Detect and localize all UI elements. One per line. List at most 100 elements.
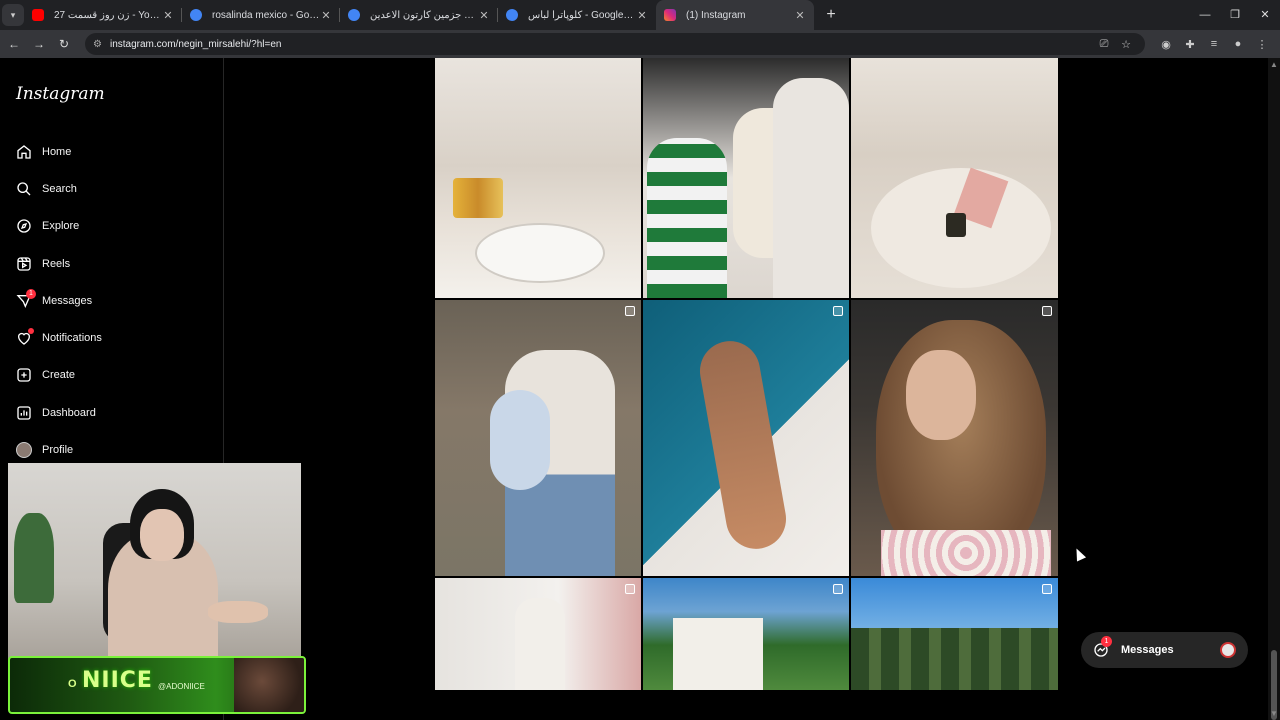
window-controls: — ❐ ✕: [1190, 0, 1280, 30]
browser-tab-active[interactable]: (1) Instagram ✕: [656, 0, 814, 30]
carousel-icon: [1042, 584, 1052, 594]
scroll-down-icon[interactable]: ▼: [1270, 709, 1278, 718]
banner-prefix: O: [68, 678, 77, 690]
reels-icon: [17, 256, 31, 271]
instagram-logo[interactable]: Instagram: [16, 84, 105, 104]
messages-badge: 1: [26, 289, 36, 300]
banner-character: [234, 658, 304, 712]
messages-floating-button[interactable]: 1 Messages: [1081, 632, 1248, 668]
youtube-icon: [32, 9, 44, 21]
tab-title: (1) Instagram: [686, 9, 746, 21]
close-icon[interactable]: ✕: [636, 9, 648, 22]
browser-tab[interactable]: کلوپاترا لباس - Google Search ✕: [498, 0, 656, 30]
sidebar-item-label: Profile: [42, 444, 74, 457]
sidebar-item-label: Home: [42, 145, 72, 158]
install-icon[interactable]: ⎚: [1093, 38, 1115, 51]
forward-icon[interactable]: →: [28, 37, 50, 51]
post-thumbnail[interactable]: [435, 58, 641, 298]
close-icon[interactable]: ✕: [478, 9, 490, 22]
notification-dot: [28, 328, 34, 335]
close-window-icon[interactable]: ✕: [1250, 0, 1280, 30]
sidebar-item-notifications[interactable]: Notifications: [0, 319, 223, 356]
sidebar-item-messages[interactable]: 1 Messages: [0, 282, 223, 319]
back-icon[interactable]: ←: [3, 37, 25, 51]
post-thumbnail[interactable]: [851, 578, 1058, 690]
carousel-icon: [625, 584, 635, 594]
address-bar-row: ← → ↻ ⚙ instagram.com/negin_mirsalehi/?h…: [0, 30, 1280, 58]
trees-shape: [851, 628, 1058, 690]
post-thumbnail[interactable]: [643, 58, 849, 298]
tab-title: زن روز قسمت 27 - YouTube: [54, 9, 162, 21]
post-thumbnail[interactable]: [643, 578, 849, 690]
close-icon[interactable]: ✕: [794, 9, 806, 22]
mouse-cursor-icon: [1071, 546, 1087, 562]
messages-badge: 1: [1101, 636, 1112, 647]
carousel-icon: [833, 306, 843, 316]
google-icon: [190, 9, 202, 21]
messenger-icon: 1: [1093, 636, 1112, 658]
sidebar-item-label: Explore: [42, 220, 80, 233]
sidebar-item-reels[interactable]: Reels: [0, 245, 223, 282]
profile-icon[interactable]: ●: [1226, 38, 1250, 51]
tab-title: rosalinda mexico - Google Search: [212, 9, 320, 21]
post-thumbnail[interactable]: [435, 578, 641, 690]
carousel-icon: [625, 306, 635, 316]
post-thumbnail[interactable]: [435, 300, 641, 576]
banner-title: NIICE: [82, 668, 153, 693]
sidebar-item-search[interactable]: Search: [0, 170, 223, 207]
google-icon: [506, 9, 518, 21]
sidebar-item-label: Dashboard: [42, 406, 96, 419]
site-info-icon[interactable]: ⚙: [93, 39, 102, 50]
cup-shape: [946, 213, 966, 237]
close-icon[interactable]: ✕: [320, 9, 332, 22]
tab-search-icon[interactable]: ▾: [2, 4, 24, 26]
media-icon[interactable]: ≡: [1202, 38, 1226, 51]
menu-icon[interactable]: ⋮: [1250, 38, 1274, 51]
restore-icon[interactable]: ❐: [1220, 0, 1250, 30]
tab-title: پرنسس جزمین کارتون الاعدین - Search: [370, 9, 478, 21]
sidebar-item-explore[interactable]: Explore: [0, 208, 223, 245]
post-thumbnail[interactable]: [851, 58, 1058, 298]
stream-banner: O NIICE @ADONIICE: [8, 656, 306, 714]
face-shape: [906, 350, 976, 440]
sidebar-item-create[interactable]: Create: [0, 357, 223, 394]
page-scrollbar[interactable]: ▲ ▼: [1268, 58, 1280, 720]
url-field[interactable]: ⚙ instagram.com/negin_mirsalehi/?hl=en ⎚…: [85, 33, 1145, 55]
bar-chart-icon: [17, 406, 31, 420]
sidebar-item-label: Notifications: [42, 332, 102, 345]
post-thumbnail[interactable]: [643, 300, 849, 576]
new-tab-button[interactable]: +: [818, 6, 844, 24]
plant-shape: [14, 513, 54, 603]
scroll-up-icon[interactable]: ▲: [1270, 60, 1278, 69]
sidebar-item-label: Messages: [42, 294, 93, 307]
browser-tab[interactable]: زن روز قسمت 27 - YouTube ✕: [24, 0, 182, 30]
avatar: [1220, 642, 1236, 658]
face-shape: [140, 509, 184, 561]
puzzle-icon[interactable]: ✚: [1178, 38, 1202, 51]
hand-shape: [208, 601, 268, 623]
person-shape: [695, 336, 791, 554]
carousel-icon: [833, 584, 843, 594]
reload-icon[interactable]: ↻: [53, 37, 75, 51]
person-shape: [515, 598, 565, 690]
close-icon[interactable]: ✕: [162, 9, 174, 22]
extension-icon[interactable]: ◉: [1154, 38, 1178, 51]
minimize-icon[interactable]: —: [1190, 0, 1220, 30]
pergola-shape: [673, 618, 763, 690]
instagram-icon: [664, 9, 676, 21]
profile-post-grid: [435, 58, 1058, 690]
bottles-shape: [453, 178, 503, 218]
man-shape: [773, 78, 849, 298]
sidebar-item-label: Search: [42, 182, 77, 195]
sidebar-item-label: Reels: [42, 257, 71, 270]
compass-icon: [17, 219, 31, 233]
browser-tab[interactable]: rosalinda mexico - Google Search ✕: [182, 0, 340, 30]
browser-tab[interactable]: پرنسس جزمین کارتون الاعدین - Search ✕: [340, 0, 498, 30]
post-thumbnail[interactable]: [851, 300, 1058, 576]
sidebar-item-dashboard[interactable]: Dashboard: [0, 394, 223, 431]
browser-toolbar: ◉ ✚ ≡ ● ⋮: [1154, 38, 1274, 51]
sidebar-item-home[interactable]: Home: [0, 133, 223, 170]
avatar: [16, 442, 32, 459]
bookmark-star-icon[interactable]: ☆: [1115, 38, 1137, 51]
carousel-icon: [1042, 306, 1052, 316]
